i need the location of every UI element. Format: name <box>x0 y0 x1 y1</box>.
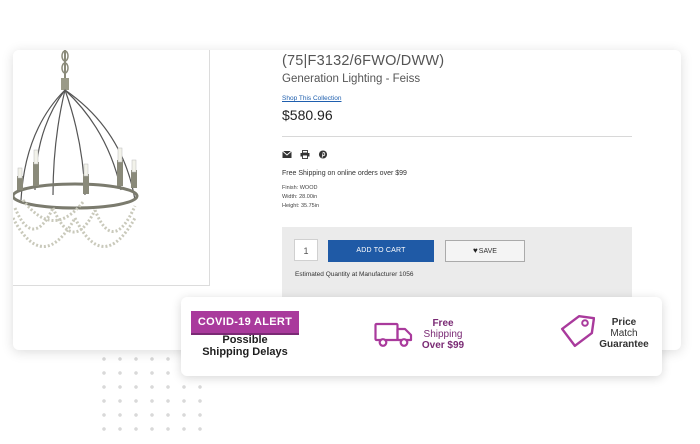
email-icon[interactable] <box>282 150 292 159</box>
spec-width: Width: 28.00in <box>282 194 318 200</box>
covid-line-2: Shipping Delays <box>202 346 288 358</box>
share-icons <box>282 150 328 159</box>
spec-finish: Finish: WOOD <box>282 185 318 191</box>
shipping-note: Free Shipping on online orders over $99 <box>282 170 407 177</box>
free-line-2: Shipping <box>423 329 463 340</box>
price-match-text: Price Match Guarantee <box>591 317 657 350</box>
promo-banner: COVID-19 ALERT Possible Shipping Delays … <box>181 297 662 376</box>
price-line-1: Price <box>611 317 637 328</box>
price-tag-icon <box>560 314 595 348</box>
free-line-3: Over $99 <box>421 340 465 351</box>
free-line-1: Free <box>432 318 454 329</box>
product-image[interactable] <box>13 50 210 286</box>
divider <box>282 136 632 137</box>
shop-collection-link[interactable]: Shop This Collection <box>282 95 342 102</box>
product-price: $580.96 <box>282 107 333 123</box>
cart-panel: 1 ADD TO CART ♥SAVE Estimated Quantity a… <box>282 227 632 297</box>
print-icon[interactable] <box>300 150 310 159</box>
spec-height: Height: 35.75in <box>282 203 319 209</box>
save-label: SAVE <box>478 248 497 255</box>
pinterest-icon[interactable] <box>318 150 328 159</box>
chandelier-image <box>13 50 139 248</box>
add-to-cart-button[interactable]: ADD TO CART <box>328 240 434 262</box>
save-button[interactable]: ♥SAVE <box>445 240 525 262</box>
covid-alert-badge: COVID-19 ALERT <box>191 311 299 333</box>
price-line-3: Guarantee <box>599 339 649 350</box>
product-specs: Finish: WOOD Width: 28.00in Height: 35.7… <box>282 184 319 211</box>
estimated-quantity: Estimated Quantity at Manufacturer 1056 <box>295 271 414 278</box>
heart-icon: ♥ <box>473 246 478 255</box>
product-title: (75|F3132/6FWO/DWW) <box>282 53 445 69</box>
price-line-2: Match <box>610 328 638 339</box>
covid-message: Possible Shipping Delays <box>187 334 303 358</box>
free-shipping-text: Free Shipping Over $99 <box>410 318 476 351</box>
truck-icon <box>374 322 413 347</box>
quantity-input[interactable]: 1 <box>294 239 318 261</box>
product-brand: Generation Lighting - Feiss <box>282 73 421 85</box>
covid-line-1: Possible <box>222 334 268 346</box>
